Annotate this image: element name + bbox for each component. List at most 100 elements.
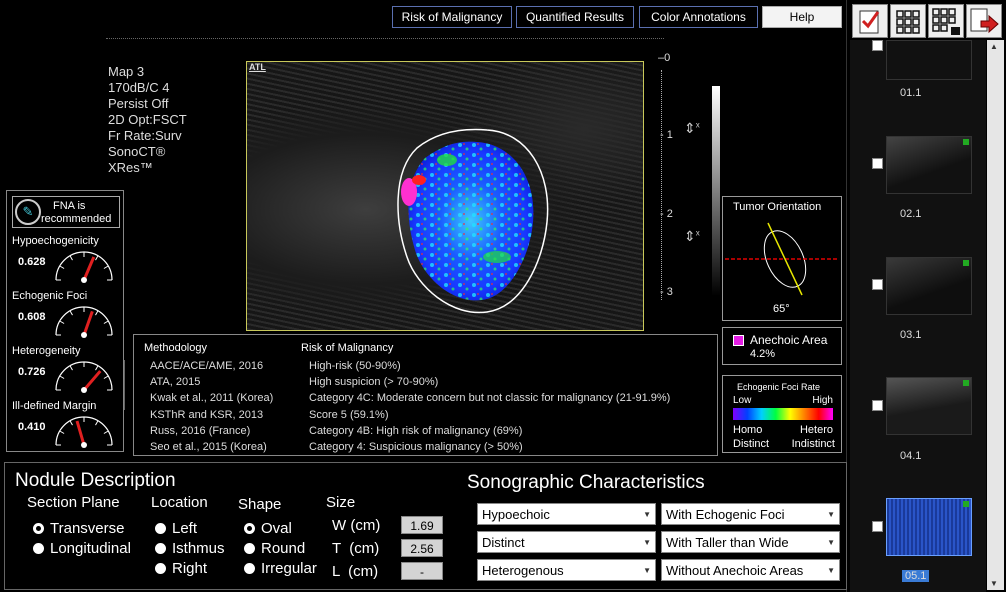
gauge-tick (95, 255, 99, 261)
grayscale-bar (712, 86, 720, 296)
radio-transverse[interactable]: Transverse (33, 520, 124, 537)
checklist-icon[interactable] (852, 4, 888, 38)
status-dot (963, 139, 969, 145)
thumbnail-checkbox[interactable] (872, 40, 883, 51)
method-cell: Russ, 2016 (France) (150, 424, 251, 437)
anechoic-select[interactable]: Without Anechoic Areas ▼ (661, 559, 840, 581)
grid-small-icon[interactable] (928, 4, 964, 38)
select-value: With Echogenic Foci (666, 507, 785, 522)
echogenicity-select[interactable]: Hypoechoic ▼ (477, 503, 656, 525)
export-glyph (970, 8, 999, 34)
chevron-down-icon: ▼ (827, 566, 835, 575)
anechoic-label: Anechoic Area (750, 333, 828, 347)
radio-indicator[interactable] (33, 523, 44, 534)
heatmap-texture (408, 141, 534, 301)
radio-isthmus[interactable]: Isthmus (155, 540, 225, 557)
param-line: 170dB/C 4 (108, 80, 170, 95)
thumbnail-selected[interactable] (886, 498, 972, 556)
composition-select[interactable]: Heterogenous ▼ (477, 559, 656, 581)
radio-label: Oval (261, 520, 292, 537)
chevron-down-icon: ▼ (827, 538, 835, 547)
thumbnail-checkbox[interactable] (872, 521, 883, 532)
scroll-up-icon[interactable]: ▲ (990, 42, 998, 51)
foci-select[interactable]: With Echogenic Foci ▼ (661, 503, 840, 525)
radio-label: Transverse (50, 520, 125, 537)
radio-indicator[interactable] (244, 563, 255, 574)
gauge-needle (82, 256, 96, 281)
imaging-parameters: Map 3 170dB/C 4 Persist Off 2D Opt:FSCT … (108, 64, 187, 176)
thumbnail-label: 01.1 (900, 87, 922, 99)
scrollbar[interactable]: ▲ ▼ (987, 40, 1004, 590)
top-divider (106, 38, 664, 39)
nodule-description-panel: Nodule Description Section Plane Transve… (4, 462, 847, 590)
width-value: 1.69 (401, 516, 443, 534)
foci-rate-box: Echogenic Foci Rate Low High Homo Hetero… (722, 375, 842, 453)
thumbnail[interactable] (886, 377, 972, 435)
thumbnail-label: 03.1 (900, 329, 922, 341)
taller-than-wide-select[interactable]: With Taller than Wide ▼ (661, 531, 840, 553)
radio-irregular[interactable]: Irregular (244, 560, 317, 577)
size-label: T (cm) (332, 540, 380, 557)
thumbnail[interactable] (886, 136, 972, 194)
atl-logo: ATL (249, 62, 266, 72)
scroll-down-icon[interactable]: ▼ (990, 579, 998, 588)
risk-cell: High suspicion (> 70-90%) (309, 376, 439, 389)
radio-right[interactable]: Right (155, 560, 207, 577)
radio-indicator[interactable] (155, 563, 166, 574)
foci-spot (437, 154, 457, 166)
gauge-tick (103, 320, 109, 324)
risk-cell: Category 4C: Moderate concern but not cl… (309, 392, 671, 405)
radio-indicator[interactable] (155, 523, 166, 534)
tab-color-annotations[interactable]: Color Annotations (639, 6, 758, 28)
gauge-hub (81, 387, 87, 393)
gauge-hub (81, 277, 87, 283)
radio-oval[interactable]: Oval (244, 520, 292, 537)
thumbnail[interactable] (886, 40, 972, 80)
select-value: Hypoechoic (482, 507, 550, 522)
anechoic-swatch (733, 335, 744, 346)
radio-longitudinal[interactable]: Longitudinal (33, 540, 131, 557)
radio-left[interactable]: Left (155, 520, 197, 537)
risk-cell: Category 4B: High risk of malignancy (69… (309, 424, 523, 437)
export-icon[interactable] (966, 4, 1002, 38)
grid-view-icon[interactable] (890, 4, 926, 38)
foci-distinct: Distinct (733, 438, 770, 450)
radio-indicator[interactable] (244, 543, 255, 554)
thumbnail-checkbox[interactable] (872, 400, 883, 411)
radio-indicator[interactable] (244, 523, 255, 534)
thumbnail-checkbox[interactable] (872, 158, 883, 169)
methodology-header: Methodology (144, 342, 207, 354)
gauge-tick (69, 420, 73, 426)
tab-risk-of-malignancy[interactable]: Risk of Malignancy (392, 6, 512, 28)
param-line: Map 3 (108, 64, 145, 79)
depth-cursor-icon[interactable]: ⇕x (684, 228, 700, 245)
tumor-orientation-box: Tumor Orientation 65° (722, 196, 842, 321)
syringe-icon: ✎ (15, 199, 41, 225)
radio-label: Round (261, 540, 306, 557)
gauge-tick (95, 310, 99, 316)
gauge-tick (69, 255, 73, 261)
location-title: Location (151, 494, 208, 511)
help-button[interactable]: Help (762, 6, 842, 28)
select-value: With Taller than Wide (666, 535, 789, 550)
radio-indicator[interactable] (33, 543, 44, 554)
tab-quantified-results[interactable]: Quantified Results (516, 6, 634, 28)
ultrasound-image[interactable] (246, 61, 644, 331)
radio-round[interactable]: Round (244, 540, 305, 557)
method-cell: Seo et al., 2015 (Korea) (150, 441, 267, 454)
depth-cursor-icon[interactable]: ⇕x (684, 120, 700, 137)
thumbnail-label: 02.1 (900, 208, 922, 220)
method-cell: KSThR and KSR, 2013 (150, 408, 264, 421)
methodology-table: Methodology Risk of Malignancy AACE/ACE/… (133, 334, 718, 456)
foci-low: Low (733, 395, 752, 406)
gauge-tick (69, 365, 73, 371)
param-line: SonoCT® (108, 144, 166, 159)
thumbnail[interactable] (886, 257, 972, 315)
margin-select[interactable]: Distinct ▼ (477, 531, 656, 553)
chevron-down-icon: ▼ (827, 510, 835, 519)
foci-spot (412, 175, 426, 185)
radio-indicator[interactable] (155, 543, 166, 554)
thumbnail-checkbox[interactable] (872, 279, 883, 290)
status-dot (963, 501, 969, 507)
gauge-hub (81, 332, 87, 338)
